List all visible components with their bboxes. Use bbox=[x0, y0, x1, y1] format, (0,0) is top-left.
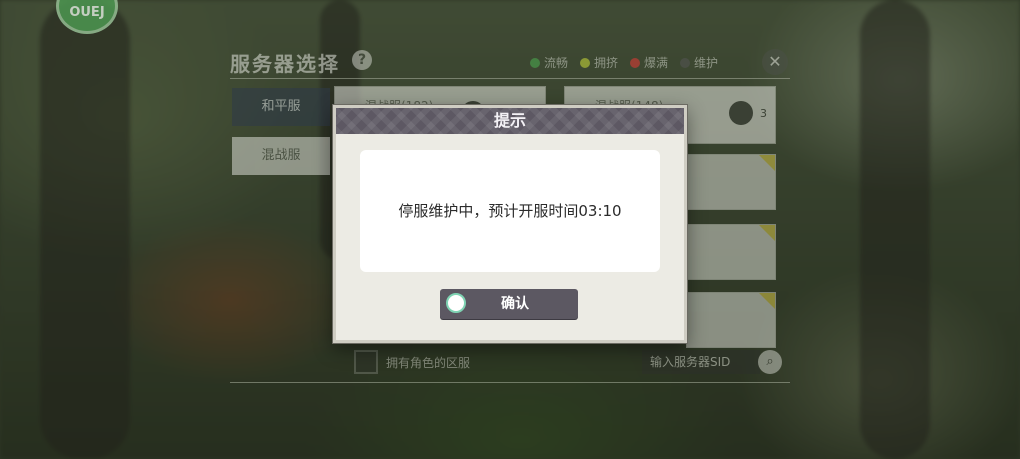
legend-item-maintenance: 维护 bbox=[680, 54, 718, 71]
confirm-button[interactable]: 确认 bbox=[440, 289, 578, 319]
player-count: 3 bbox=[760, 107, 767, 120]
close-button[interactable]: ✕ bbox=[762, 49, 788, 75]
red-dot-icon bbox=[630, 58, 641, 68]
locked-server-card[interactable] bbox=[686, 154, 776, 210]
dialog-title: 提示 bbox=[493, 111, 526, 130]
divider bbox=[230, 382, 790, 383]
green-dot-icon bbox=[530, 58, 540, 68]
legend-item-crowded: 拥挤 bbox=[580, 54, 618, 71]
server-sid-input[interactable]: 输入服务器SID bbox=[642, 350, 760, 374]
gray-dot-icon bbox=[680, 58, 691, 68]
lock-badge-icon bbox=[759, 155, 775, 171]
dialog-message: 停服维护中，预计开服时间03:10 bbox=[398, 202, 622, 220]
confirm-button-label: 确认 bbox=[501, 296, 529, 312]
player-avatar-icon bbox=[729, 101, 753, 125]
tab-peace-server[interactable]: 和平服 bbox=[232, 88, 330, 126]
tab-battle-server[interactable]: 混战服 bbox=[232, 137, 330, 175]
maintenance-dialog: 提示 停服维护中，预计开服时间03:10 确认 bbox=[333, 105, 687, 343]
legend-item-full: 爆满 bbox=[630, 54, 668, 71]
search-icon: ⌕ bbox=[766, 354, 774, 369]
help-icon[interactable]: ? bbox=[352, 50, 372, 70]
locked-server-card[interactable] bbox=[686, 292, 776, 348]
dialog-body: 停服维护中，预计开服时间03:10 bbox=[360, 150, 660, 272]
locked-server-card[interactable]: ) bbox=[679, 224, 776, 280]
search-button[interactable]: ⌕ bbox=[758, 350, 782, 374]
lock-badge-icon bbox=[759, 225, 775, 241]
legend-item-smooth: 流畅 bbox=[530, 54, 568, 71]
owned-servers-checkbox[interactable] bbox=[354, 350, 378, 374]
owned-servers-label: 拥有角色的区服 bbox=[386, 356, 471, 370]
divider bbox=[230, 78, 790, 79]
lock-badge-icon bbox=[759, 293, 775, 309]
yellow-dot-icon bbox=[580, 58, 591, 68]
panel-title: 服务器选择 bbox=[230, 52, 340, 76]
close-icon: ✕ bbox=[768, 52, 782, 71]
status-legend: 流畅 拥挤 爆满 维护 bbox=[530, 54, 718, 71]
